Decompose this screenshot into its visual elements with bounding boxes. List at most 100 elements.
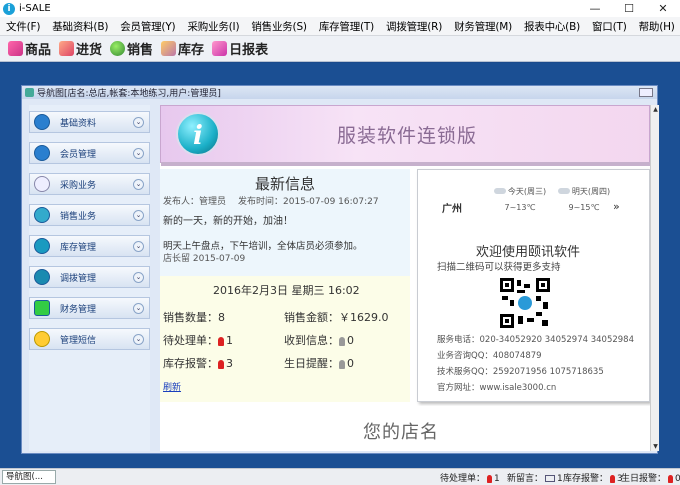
status-new-message-value: 1 xyxy=(557,474,563,484)
nav-item-basic-data[interactable]: 基础资料 ⌄ xyxy=(29,111,150,133)
nav-item-label: 销售业务 xyxy=(60,211,97,222)
stock-in-icon xyxy=(59,41,75,56)
status-birthday[interactable]: 生日报警： 0 xyxy=(621,471,680,484)
nav-item-member[interactable]: 会员管理 ⌄ xyxy=(29,142,150,164)
menu-member[interactable]: 会员管理(Y) xyxy=(114,19,181,34)
envelope-icon xyxy=(545,475,556,482)
menu-finance[interactable]: 财务管理(M) xyxy=(448,19,518,34)
menu-sales[interactable]: 销售业务(S) xyxy=(245,19,312,34)
goods-icon xyxy=(8,41,23,56)
stock-alert-value: 3 xyxy=(226,357,233,370)
stock-in-button[interactable]: 进货 xyxy=(59,39,102,58)
toolbar: 商品 进货 销售 库存 日报表 xyxy=(0,36,680,62)
menu-purchase[interactable]: 采购业务(I) xyxy=(181,19,245,34)
red-light-icon xyxy=(218,336,224,346)
promo-panel: 广州 今天(周三) 7~13℃ 明天(周四) 9~15℃ » 欢迎使用颐讯软件 … xyxy=(417,169,650,402)
nav-item-label: 库存管理 xyxy=(60,242,97,253)
birthday-reminder[interactable]: 生日提醒： 0 xyxy=(284,355,354,371)
current-datetime: 2016年2月3日 星期三 16:02 xyxy=(213,284,360,297)
red-light-icon xyxy=(218,359,224,369)
navigation-window: 导航图[店名:总店,帐套:本地练习,用户:管理员] 基础资料 ⌄ 会员管理 ⌄ … xyxy=(21,85,659,454)
chevron-down-icon: ⌄ xyxy=(133,271,144,283)
sales-amount: 销售金额：￥1629.0 xyxy=(284,309,389,325)
cloud-icon xyxy=(557,188,570,194)
menu-bar: 文件(F) 基础资料(B) 会员管理(Y) 采购业务(I) 销售业务(S) 库存… xyxy=(0,17,680,36)
nav-item-transfer[interactable]: 调拨管理 ⌄ xyxy=(29,266,150,288)
sales-qty-label: 销售数量： xyxy=(163,311,218,324)
nav-item-finance[interactable]: 财务管理 ⌄ xyxy=(29,297,150,319)
menu-help[interactable]: 帮助(H) xyxy=(633,19,680,34)
sales-icon xyxy=(110,41,126,56)
nav-item-purchase[interactable]: 采购业务 ⌄ xyxy=(29,173,150,195)
nav-item-sales[interactable]: 销售业务 ⌄ xyxy=(29,204,150,226)
red-light-icon xyxy=(668,474,674,483)
status-pending-value: 1 xyxy=(494,474,500,484)
birthday-value: 0 xyxy=(347,357,354,370)
news-line-2: 明天上午盘点，下午培训，全体店员必须参加。 xyxy=(163,241,363,252)
weather-today: 今天(周三) 7~13℃ xyxy=(490,186,550,212)
inventory-button[interactable]: 库存 xyxy=(161,39,204,58)
info-icon xyxy=(34,269,50,285)
cloud-icon xyxy=(493,188,506,194)
daily-report-button[interactable]: 日报表 xyxy=(212,39,268,58)
app-logo-icon: i xyxy=(3,2,15,15)
store-name: 您的店名 xyxy=(363,422,439,443)
vertical-scrollbar[interactable]: ▲ ▼ xyxy=(650,105,659,451)
chevron-down-icon: ⌄ xyxy=(133,178,144,190)
qr-code xyxy=(500,278,550,328)
banner-title: 服装软件连锁版 xyxy=(337,125,478,147)
menu-inventory[interactable]: 库存管理(T) xyxy=(313,19,380,34)
close-icon[interactable]: ✕ xyxy=(646,0,680,17)
chevron-down-icon: ⌄ xyxy=(133,116,144,128)
menu-window[interactable]: 窗口(T) xyxy=(586,19,633,34)
sales-qty: 销售数量：8 xyxy=(163,309,225,325)
chevron-down-icon: ⌄ xyxy=(133,240,144,252)
goods-button[interactable]: 商品 xyxy=(8,39,51,58)
sales-button[interactable]: 销售 xyxy=(110,39,153,58)
minimize-icon[interactable]: — xyxy=(578,0,612,17)
menu-file[interactable]: 文件(F) xyxy=(0,19,46,34)
status-stock-alert[interactable]: 库存报警： 3 xyxy=(563,471,623,484)
window-tab-navigation[interactable]: 导航图(... xyxy=(2,470,56,484)
website[interactable]: 官方网址：www.isale3000.cn xyxy=(437,381,556,393)
store-section: 您的店名 xyxy=(160,406,650,451)
title-bar: i i-SALE — ☐ ✕ xyxy=(0,0,680,17)
pending-orders[interactable]: 待处理单： 1 xyxy=(163,332,233,348)
nav-item-label: 管理短信 xyxy=(60,335,97,346)
status-birthday-value: 0 xyxy=(675,474,680,484)
sales-qty-value: 8 xyxy=(218,311,225,324)
restore-icon[interactable] xyxy=(639,88,653,97)
business-qq: 业务咨询QQ：408074879 xyxy=(437,351,542,361)
stats-section: 2016年2月3日 星期三 16:02 销售数量：8 销售金额：￥1629.0 … xyxy=(160,276,410,402)
nav-item-inventory[interactable]: 库存管理 ⌄ xyxy=(29,235,150,257)
scroll-down-icon[interactable]: ▼ xyxy=(651,442,660,451)
status-new-message[interactable]: 新留言： 1 xyxy=(507,471,563,484)
status-pending[interactable]: 待处理单： 1 xyxy=(440,471,500,484)
weather-more-link[interactable]: » xyxy=(613,200,620,213)
info-icon: i xyxy=(176,112,220,156)
menu-reports[interactable]: 报表中心(B) xyxy=(518,19,586,34)
news-publisher: 发布人：管理员 xyxy=(163,197,227,207)
service-phone: 服务电话：020-34052920 34052974 34052984 xyxy=(437,335,634,345)
inventory-label: 库存 xyxy=(178,43,205,58)
scroll-up-icon[interactable]: ▲ xyxy=(651,105,660,114)
dollar-icon xyxy=(34,300,50,316)
weather-tomorrow: 明天(周四) 9~15℃ xyxy=(554,186,614,212)
news-line-1: 新的一天，新的开始，加油！ xyxy=(163,216,293,227)
menu-basic-data[interactable]: 基础资料(B) xyxy=(46,19,114,34)
menu-transfer[interactable]: 调拨管理(R) xyxy=(380,19,448,34)
status-new-message-label: 新留言： xyxy=(507,474,544,484)
window-icon xyxy=(25,88,34,97)
received-messages[interactable]: 收到信息： 0 xyxy=(284,332,354,348)
stock-alert[interactable]: 库存报警： 3 xyxy=(163,355,233,371)
news-title: 最新信息 xyxy=(255,175,316,193)
nav-item-sms[interactable]: 管理短信 ⌄ xyxy=(29,328,150,350)
nav-item-label: 会员管理 xyxy=(60,149,97,160)
sales-amount-value: ￥1629.0 xyxy=(339,311,389,324)
refresh-link[interactable]: 刷新 xyxy=(163,380,181,393)
pending-value: 1 xyxy=(226,334,233,347)
red-light-icon xyxy=(487,474,493,483)
maximize-icon[interactable]: ☐ xyxy=(612,0,646,17)
pending-label: 待处理单： xyxy=(163,334,218,347)
chevron-down-icon: ⌄ xyxy=(133,302,144,314)
